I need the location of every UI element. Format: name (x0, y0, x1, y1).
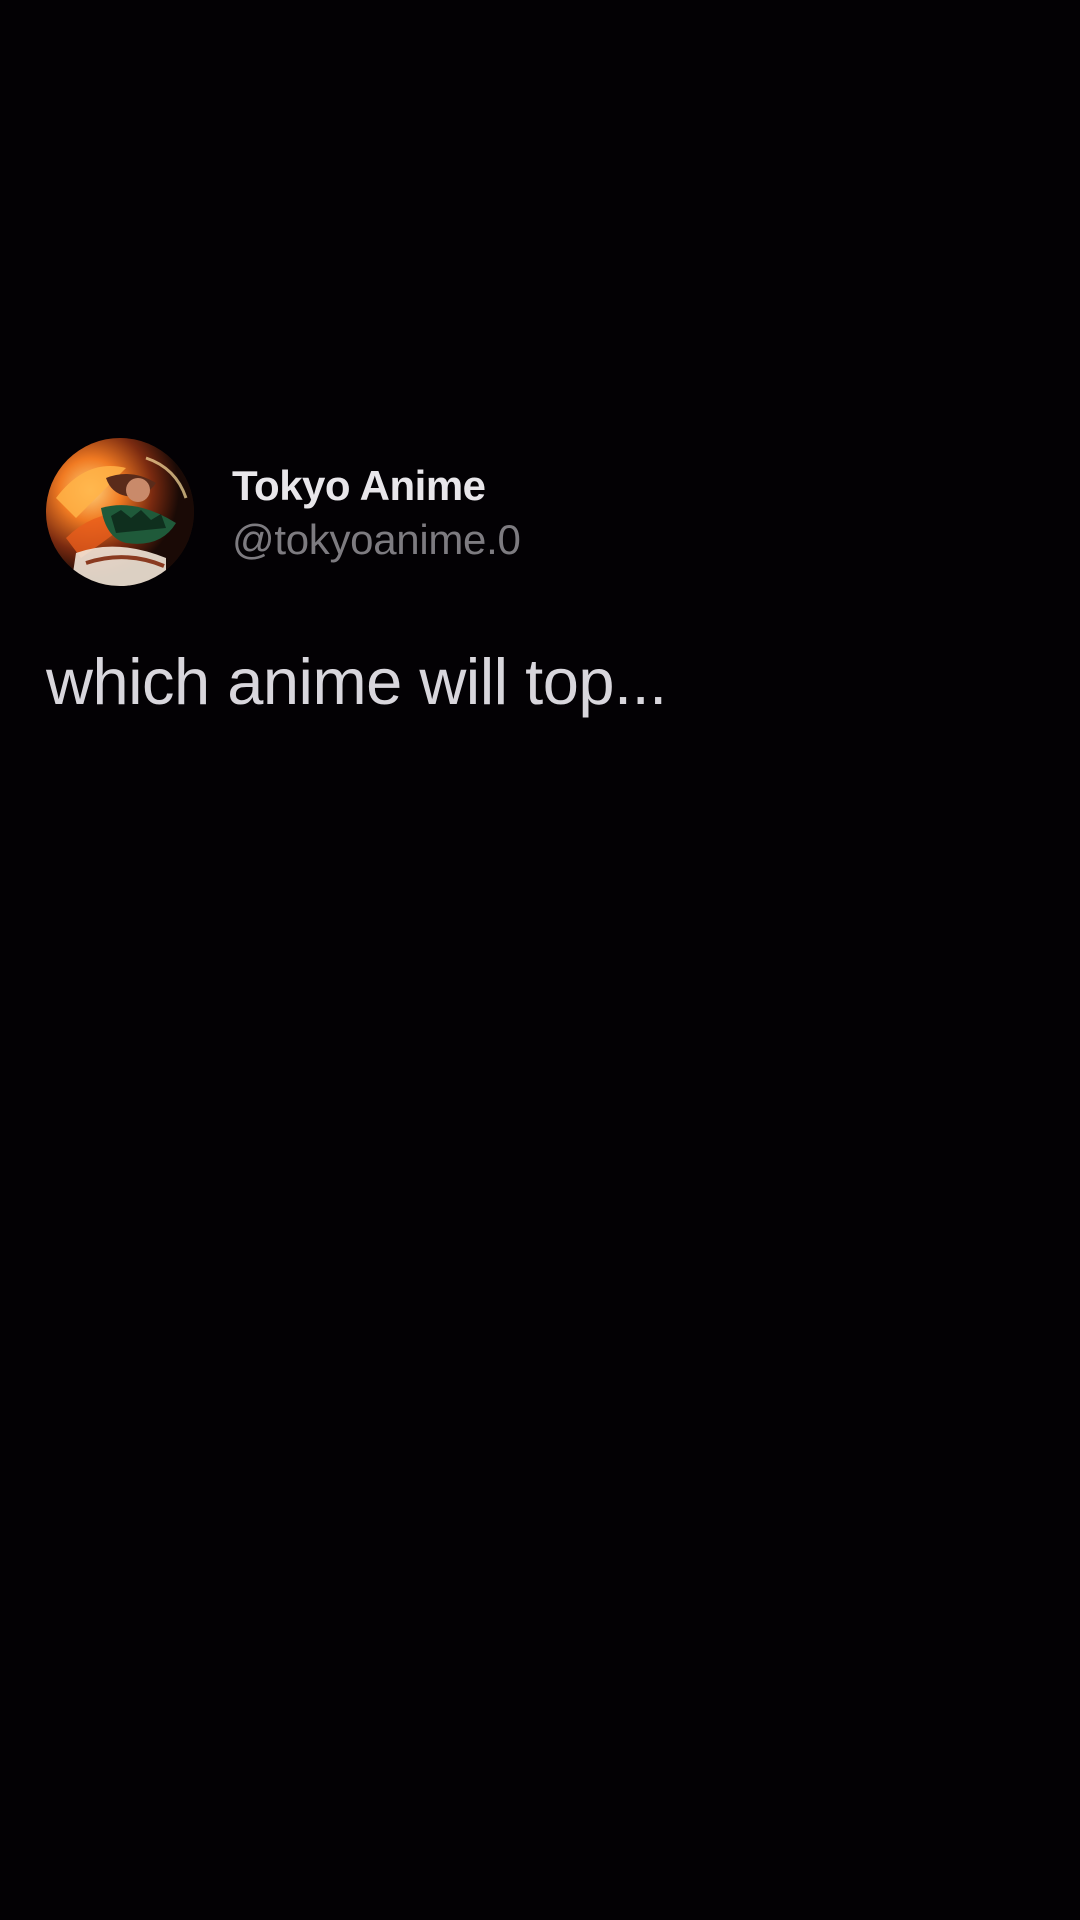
anime-character-avatar-icon (46, 438, 194, 586)
screen: Tokyo Anime @tokyoanime.0 which anime wi… (0, 0, 1080, 1920)
author-handle[interactable]: @tokyoanime.0 (232, 512, 521, 568)
avatar[interactable] (46, 438, 194, 586)
author-row: Tokyo Anime @tokyoanime.0 (46, 438, 1034, 586)
author-text: Tokyo Anime @tokyoanime.0 (232, 460, 521, 568)
post-text: which anime will top... (46, 645, 667, 718)
author-name[interactable]: Tokyo Anime (232, 460, 521, 512)
post-card: Tokyo Anime @tokyoanime.0 which anime wi… (46, 438, 1034, 722)
